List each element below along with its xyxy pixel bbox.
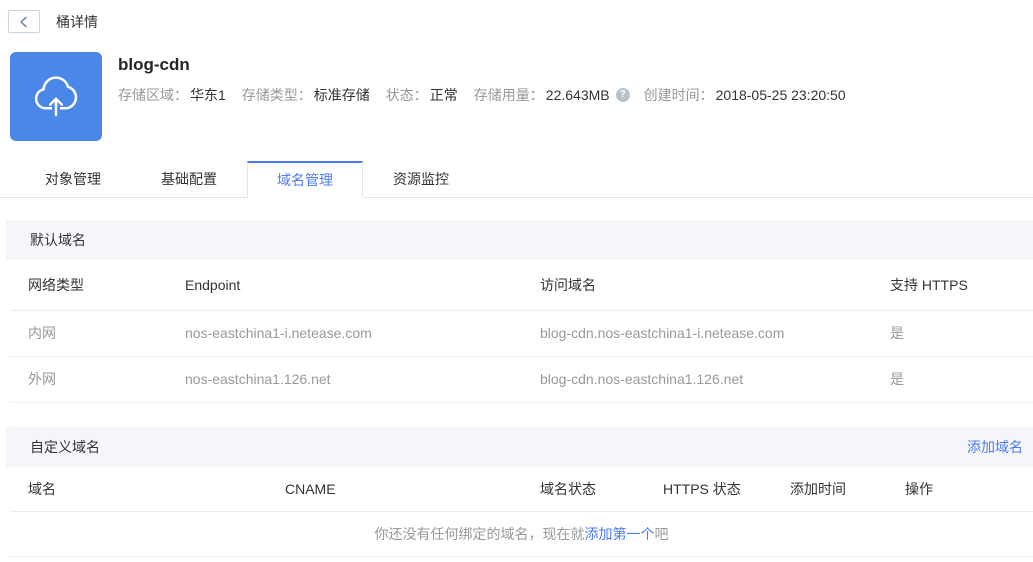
add-first-domain-link[interactable]: 添加第一个: [585, 526, 655, 542]
meta-storage-usage: 存储用量： 22.643MB: [473, 87, 610, 103]
col-https-status: HTTPS 状态: [645, 466, 772, 512]
cell-https: 是: [872, 356, 1033, 403]
table-header-row: 域名 CNAME 域名状态 HTTPS 状态 添加时间 操作: [10, 466, 1033, 512]
col-access-domain: 访问域名: [522, 260, 872, 311]
help-icon[interactable]: ?: [615, 88, 630, 102]
cell-endpoint: nos-eastchina1-i.netease.com: [167, 310, 522, 357]
cell-domain: blog-cdn.nos-eastchina1-i.netease.com: [522, 310, 872, 357]
add-domain-link[interactable]: 添加域名: [967, 437, 1023, 457]
tab-basic-config[interactable]: 基础配置: [131, 161, 247, 197]
back-button[interactable]: [8, 10, 40, 33]
tab-domain-management[interactable]: 域名管理: [247, 161, 363, 198]
meta-storage-region: 存储区域： 华东1: [118, 87, 226, 103]
section-title: 默认域名: [30, 232, 86, 248]
col-https-support: 支持 HTTPS: [872, 260, 1033, 311]
bucket-meta-row: 存储区域： 华东1 存储类型： 标准存储 状态： 正常 存储用量： 22.643…: [118, 85, 862, 105]
meta-create-time: 创建时间： 2018-05-25 23:20:50: [643, 87, 846, 103]
col-network-type: 网络类型: [10, 260, 167, 311]
bucket-name: blog-cdn: [118, 55, 190, 74]
cell-network: 外网: [10, 356, 167, 403]
default-domains-table: 网络类型 Endpoint 访问域名 支持 HTTPS 内网 nos-eastc…: [10, 260, 1033, 403]
cloud-upload-icon: [10, 52, 102, 141]
empty-state: 你还没有任何绑定的域名，现在就添加第一个吧: [10, 511, 1033, 557]
section-header-default-domains: 默认域名: [6, 220, 1033, 260]
section-title: 自定义域名: [30, 438, 100, 455]
table-row: 内网 nos-eastchina1-i.netease.com blog-cdn…: [10, 310, 1033, 357]
col-endpoint: Endpoint: [167, 260, 522, 311]
cell-domain: blog-cdn.nos-eastchina1.126.net: [522, 356, 872, 403]
col-add-time: 添加时间: [772, 466, 887, 512]
top-bar: 桶详情: [0, 0, 1033, 33]
bucket-info: blog-cdn 存储区域： 华东1 存储类型： 标准存储 状态： 正常 存储用…: [118, 52, 862, 141]
empty-state-text: 你还没有任何绑定的域名，现在就: [374, 526, 585, 542]
meta-storage-type: 存储类型： 标准存储: [241, 87, 370, 103]
col-cname: CNAME: [267, 466, 522, 512]
tab-bar: 对象管理 基础配置 域名管理 资源监控: [0, 161, 1033, 198]
cell-endpoint: nos-eastchina1.126.net: [167, 356, 522, 403]
col-actions: 操作: [887, 466, 1033, 512]
section-header-custom-domains: 自定义域名 添加域名: [6, 426, 1033, 467]
empty-state-text: 吧: [654, 526, 669, 542]
table-header-row: 网络类型 Endpoint 访问域名 支持 HTTPS: [10, 260, 1033, 311]
custom-domains-table: 域名 CNAME 域名状态 HTTPS 状态 添加时间 操作 你还没有任何绑定的…: [10, 466, 1033, 557]
page-title: 桶详情: [56, 13, 98, 30]
table-row: 外网 nos-eastchina1.126.net blog-cdn.nos-e…: [10, 356, 1033, 403]
bucket-header: blog-cdn 存储区域： 华东1 存储类型： 标准存储 状态： 正常 存储用…: [10, 52, 1033, 141]
cell-network: 内网: [10, 310, 167, 357]
col-domain: 域名: [10, 466, 267, 512]
bucket-detail-page: 桶详情 blog-cdn 存储区域： 华东1 存储类型： 标准存储 状态： 正常…: [0, 0, 1033, 562]
col-domain-status: 域名状态: [522, 466, 645, 512]
tab-resource-monitor[interactable]: 资源监控: [363, 161, 479, 197]
tab-object-management[interactable]: 对象管理: [15, 161, 131, 197]
empty-state-row: 你还没有任何绑定的域名，现在就添加第一个吧: [10, 511, 1033, 557]
back-chevron-icon: [18, 16, 30, 28]
cell-https: 是: [872, 310, 1033, 357]
meta-status: 状态： 正常: [385, 87, 458, 103]
